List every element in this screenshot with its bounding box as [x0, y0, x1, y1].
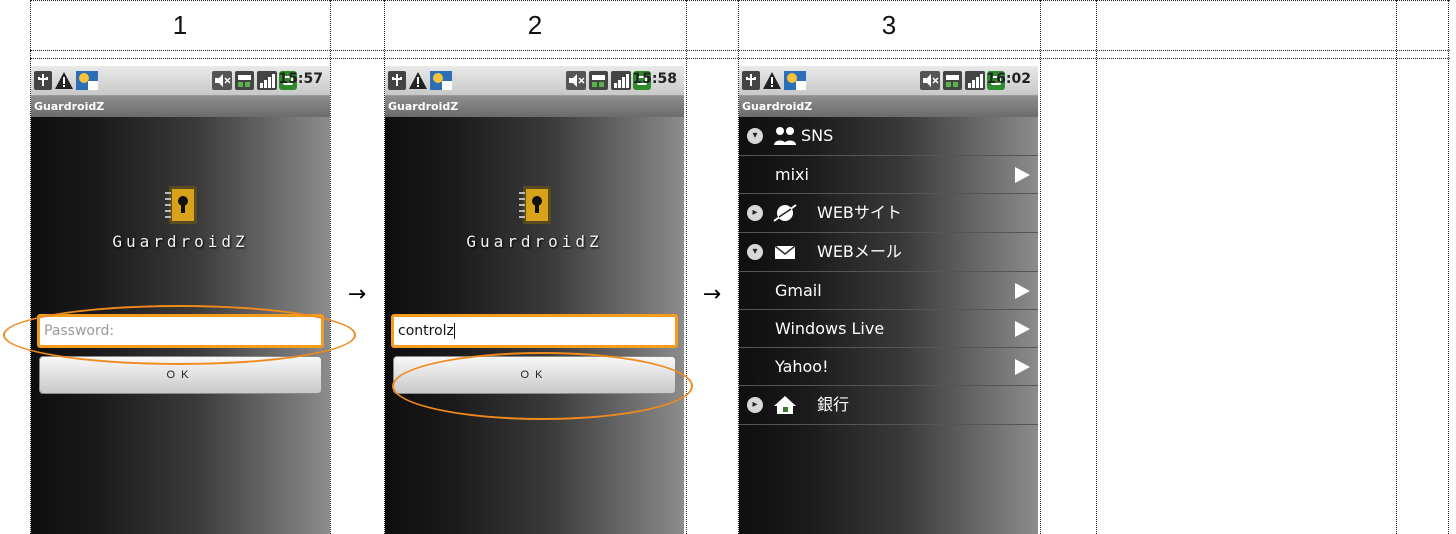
- play-arrow-icon[interactable]: [1014, 167, 1030, 183]
- item-label: mixi: [775, 165, 809, 184]
- app-title-bar: GuardroidZ: [31, 96, 330, 117]
- grid-line: [30, 50, 1450, 51]
- play-arrow-icon[interactable]: [1014, 321, 1030, 337]
- weather-icon: [784, 71, 806, 90]
- usb-icon: [388, 71, 406, 90]
- grid-line: [686, 0, 687, 534]
- grid-line: [1096, 0, 1097, 534]
- account-list: ▾ SNS mixi ▸ WEBサイト ▾ WEBメール Gmail Windo…: [739, 117, 1038, 425]
- group-label: SNS: [801, 126, 834, 145]
- warning-icon: [409, 72, 427, 89]
- bank-icon: [774, 396, 796, 414]
- network-3g-icon: [589, 71, 608, 90]
- app-logo-text: GuardroidZ: [112, 232, 249, 251]
- clock: 16:02: [986, 71, 1031, 87]
- chevron-down-icon: ▾: [747, 128, 763, 144]
- chevron-down-icon: ▾: [747, 244, 763, 260]
- step-header-3: 3: [881, 10, 897, 40]
- usb-icon: [742, 71, 760, 90]
- play-arrow-icon[interactable]: [1014, 359, 1030, 375]
- grid-line: [30, 0, 1450, 1]
- envelope-icon: [774, 245, 796, 259]
- highlight-ellipse-password: [3, 305, 356, 365]
- step-header-1: 1: [172, 10, 188, 40]
- chevron-right-icon: ▸: [747, 205, 763, 221]
- lock-book-icon: [165, 186, 197, 224]
- status-bar: 15:58: [385, 66, 684, 96]
- mute-icon: [920, 71, 940, 90]
- step-arrow: →: [347, 282, 367, 307]
- step-arrow: →: [702, 282, 722, 307]
- app-title-bar: GuardroidZ: [385, 96, 684, 117]
- clock: 15:58: [632, 71, 677, 87]
- group-label: WEBサイト: [817, 203, 902, 222]
- phone-screen-2: 15:58 GuardroidZ GuardroidZ controlz OK: [385, 66, 684, 534]
- group-row-web-mail[interactable]: ▾ WEBメール: [739, 233, 1038, 272]
- network-3g-icon: [943, 71, 962, 90]
- people-icon: [774, 127, 796, 145]
- warning-icon: [55, 72, 73, 89]
- mute-icon: [566, 71, 586, 90]
- status-bar: 16:02: [739, 66, 1038, 96]
- chevron-right-icon: ▸: [747, 397, 763, 413]
- grid-line: [1040, 0, 1041, 534]
- grid-line: [1396, 0, 1397, 534]
- phone-screen-1: 15:57 GuardroidZ GuardroidZ Password: OK: [31, 66, 330, 534]
- app-title-bar: GuardroidZ: [739, 96, 1038, 117]
- mute-icon: [212, 71, 232, 90]
- signal-icon: [257, 71, 277, 90]
- status-bar: 15:57: [31, 66, 330, 96]
- group-row-web-site[interactable]: ▸ WEBサイト: [739, 194, 1038, 233]
- clock: 15:57: [278, 71, 323, 87]
- highlight-ellipse-ok: [392, 352, 693, 420]
- signal-icon: [965, 71, 985, 90]
- list-item-windows-live[interactable]: Windows Live: [739, 310, 1038, 348]
- grid-line: [30, 58, 1450, 59]
- globe-icon: [773, 204, 797, 222]
- usb-icon: [34, 71, 52, 90]
- weather-icon: [430, 71, 452, 90]
- item-label: Windows Live: [775, 319, 885, 338]
- grid-line: [330, 0, 331, 534]
- network-3g-icon: [235, 71, 254, 90]
- text-caret: [453, 323, 455, 339]
- group-label: 銀行: [817, 395, 850, 414]
- app-logo-text: GuardroidZ: [466, 232, 603, 251]
- list-item-yahoo[interactable]: Yahoo!: [739, 348, 1038, 386]
- grid-line: [1448, 0, 1449, 534]
- signal-icon: [611, 71, 631, 90]
- step-header-2: 2: [527, 10, 543, 40]
- list-item-gmail[interactable]: Gmail: [739, 272, 1038, 310]
- group-row-bank[interactable]: ▸ 銀行: [739, 386, 1038, 425]
- group-label: WEBメール: [817, 242, 902, 261]
- play-arrow-icon[interactable]: [1014, 283, 1030, 299]
- warning-icon: [763, 72, 781, 89]
- password-value: controlz: [398, 323, 454, 339]
- phone-screen-3: 16:02 GuardroidZ ▾ SNS mixi ▸ WEBサイト ▾ W…: [739, 66, 1038, 534]
- lock-book-icon: [519, 186, 551, 224]
- weather-icon: [76, 71, 98, 90]
- item-label: Gmail: [775, 281, 822, 300]
- item-label: Yahoo!: [775, 357, 829, 376]
- group-row-sns[interactable]: ▾ SNS: [739, 117, 1038, 156]
- password-field[interactable]: controlz: [391, 314, 678, 348]
- list-item-mixi[interactable]: mixi: [739, 156, 1038, 194]
